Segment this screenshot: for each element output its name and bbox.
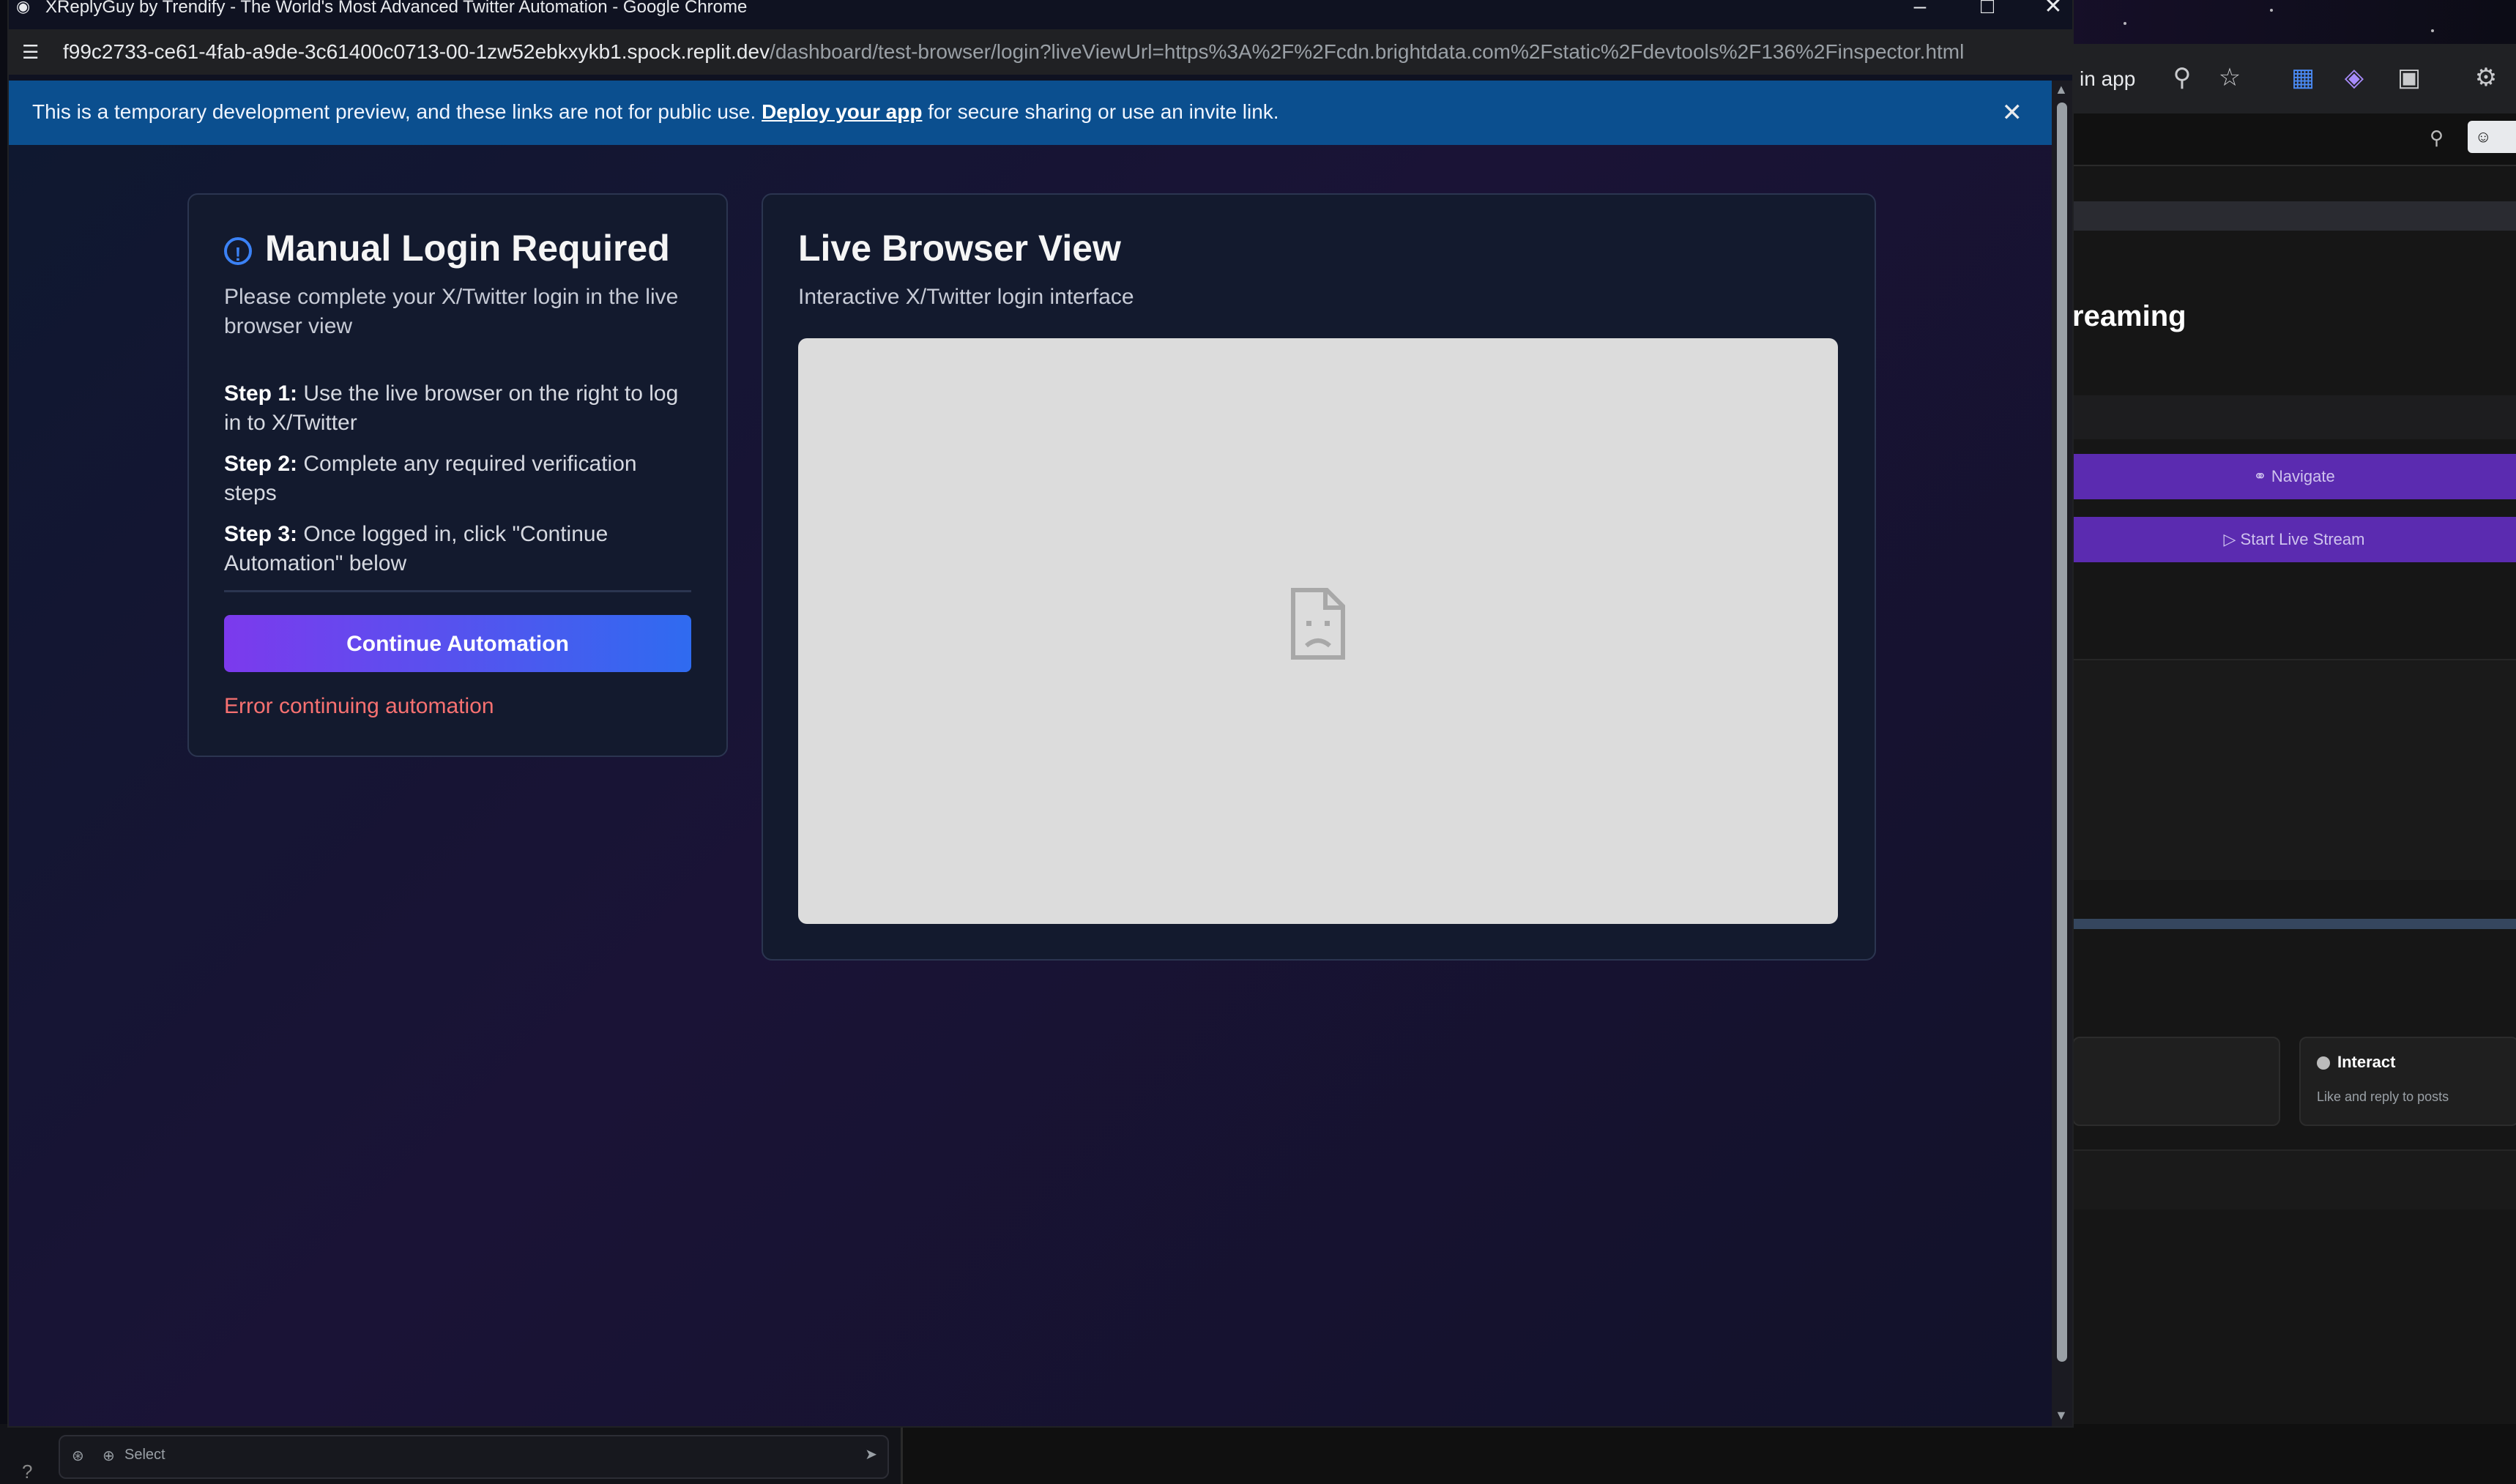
manual-login-subtitle: Please complete your X/Twitter login in … (224, 285, 679, 338)
background-card[interactable] (2072, 1037, 2280, 1126)
scroll-down-icon[interactable]: ▼ (2055, 1408, 2068, 1423)
live-browser-card: Live Browser View Interactive X/Twitter … (762, 193, 1876, 961)
background-panel (2072, 659, 2516, 880)
address-bar[interactable]: ☰ f99c2733-ce61-4fab-a9de-3c61400c0713-0… (9, 29, 2072, 75)
title-bar: ◉ XReplyGuy by Trendify - The World's Mo… (9, 0, 2072, 20)
site-info-icon[interactable]: ☰ (22, 41, 44, 63)
banner-text-end: for secure sharing or use an invite link… (922, 100, 1279, 123)
navigate-button[interactable]: ⚭ Navigate (2072, 454, 2516, 499)
chrome-icon: ◉ (16, 0, 31, 15)
close-window-icon[interactable]: ✕ (2031, 0, 2075, 22)
translate-icon[interactable]: ▦ (2288, 63, 2318, 92)
play-icon: ▷ (2223, 530, 2241, 548)
star (2431, 29, 2434, 32)
maximize-icon[interactable]: □ (1965, 0, 2009, 22)
interact-title: Interact (2337, 1053, 2396, 1071)
step-1-label: Step 1: (224, 381, 298, 406)
puzzle-icon[interactable]: ▣ (2394, 63, 2424, 92)
navigate-label: Navigate (2271, 467, 2335, 485)
window-title: XReplyGuy by Trendify - The World's Most… (45, 0, 748, 17)
scrollbar[interactable]: ▲ ▼ (2052, 81, 2072, 1426)
select-icon[interactable]: ⊕ (103, 1447, 115, 1465)
send-icon[interactable]: ➤ (865, 1445, 877, 1464)
background-input-row[interactable] (2072, 395, 2516, 439)
live-browser-subtitle: Interactive X/Twitter login interface (798, 285, 1134, 309)
background-strip (2072, 201, 2516, 231)
bottom-right-area (901, 1424, 2516, 1484)
background-toolbar: in app ⚲ ☆ ▦ ◈ ▣ ⚙ (2072, 44, 2516, 113)
step-2-label: Step 2: (224, 452, 298, 476)
background-panel-bottom (2072, 1149, 2516, 1209)
popup-browser-window: ◉ XReplyGuy by Trendify - The World's Mo… (9, 0, 2072, 1426)
manual-login-card: ! Manual Login Required Please complete … (187, 193, 728, 757)
search-icon[interactable]: ⚲ (2430, 127, 2444, 149)
step-2: Step 2: Complete any required verificati… (224, 450, 693, 508)
select-label: Select (124, 1447, 165, 1463)
scrollbar-thumb[interactable] (2057, 102, 2067, 1362)
live-browser-iframe[interactable] (798, 338, 1838, 924)
continue-automation-button[interactable]: Continue Automation (224, 615, 691, 672)
background-progress (2072, 919, 2516, 929)
start-live-stream-button[interactable]: ▷ Start Live Stream (2072, 517, 2516, 562)
star (2270, 9, 2273, 12)
deploy-app-link[interactable]: Deploy your app (762, 100, 922, 123)
info-icon: ! (224, 237, 252, 265)
dev-preview-banner: This is a temporary development preview,… (9, 81, 2052, 145)
zoom-icon[interactable]: ⚲ (2167, 63, 2197, 92)
broken-page-icon (1291, 588, 1345, 660)
close-banner-icon[interactable]: ✕ (2002, 98, 2023, 127)
open-in-app-button[interactable]: in app (2080, 59, 2135, 100)
live-browser-title: Live Browser View (798, 228, 1121, 269)
manual-login-title: Manual Login Required (265, 228, 670, 269)
extension-icon[interactable]: ◈ (2340, 63, 2369, 92)
step-1: Step 1: Use the live browser on the righ… (224, 379, 693, 438)
step-3-label: Step 3: (224, 522, 298, 546)
interact-card[interactable]: Interact Like and reply to posts (2299, 1037, 2516, 1126)
bookmark-star-icon[interactable]: ☆ (2215, 63, 2244, 92)
banner-text: This is a temporary development preview,… (32, 100, 762, 123)
attach-icon[interactable]: ⊛ (72, 1447, 84, 1465)
error-message: Error continuing automation (224, 694, 494, 718)
globe-icon: ⚭ (2253, 467, 2271, 485)
background-heading: reaming (2072, 300, 2186, 332)
divider (224, 590, 691, 592)
url-path: /dashboard/test-browser/login?liveViewUr… (770, 40, 1965, 63)
status-dot-icon (2317, 1056, 2330, 1070)
background-app-window: in app ⚲ ☆ ▦ ◈ ▣ ⚙ ⚲ ☺ reaming ⚭ Navigat… (2072, 44, 2516, 1484)
help-icon[interactable]: ? (22, 1461, 32, 1483)
url-text[interactable]: f99c2733-ce61-4fab-a9de-3c61400c0713-00-… (63, 40, 1964, 64)
minimize-icon[interactable]: – (1898, 0, 1942, 22)
page-content: ! Manual Login Required Please complete … (9, 145, 2052, 1426)
invite-icon[interactable]: ☺ (2468, 121, 2516, 153)
url-host: f99c2733-ce61-4fab-a9de-3c61400c0713-00-… (63, 40, 770, 63)
background-secondary-bar: ⚲ ☺ (2072, 113, 2516, 166)
chat-input[interactable]: ⊛ ⊕ Select ➤ (59, 1435, 889, 1479)
start-stream-label: Start Live Stream (2240, 530, 2365, 548)
profile-icon[interactable]: ⚙ (2471, 63, 2501, 92)
step-3: Step 3: Once logged in, click "Continue … (224, 520, 693, 578)
interact-description: Like and reply to posts (2317, 1089, 2449, 1104)
star (2124, 22, 2126, 25)
scroll-up-icon[interactable]: ▲ (2055, 82, 2068, 97)
